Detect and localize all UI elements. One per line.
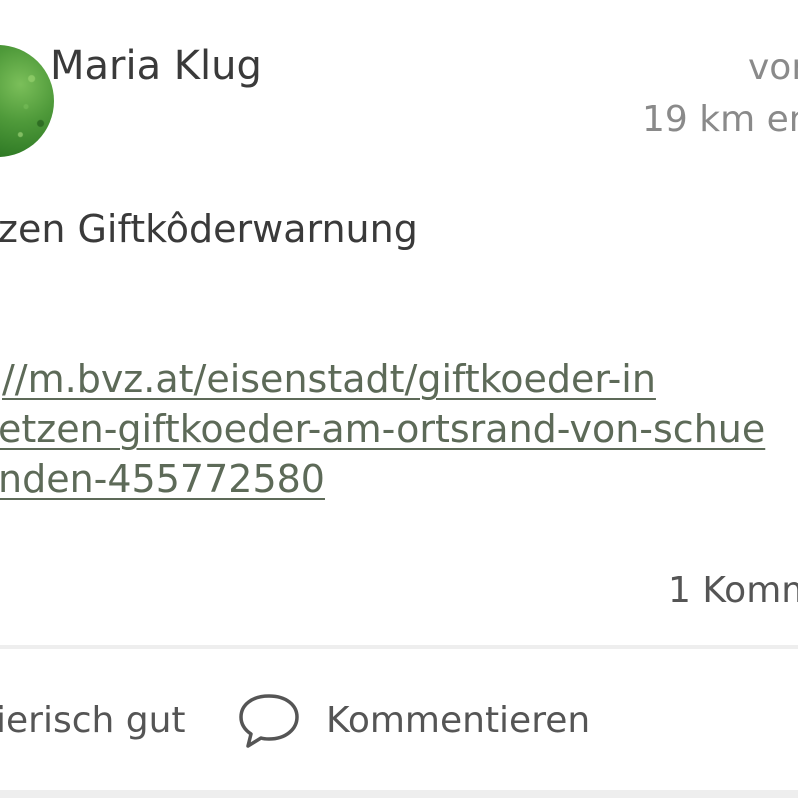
comment-button-label: Kommentieren [326, 700, 591, 741]
post-title: zen Giftkôderwarnung [0, 207, 418, 251]
post-card: Maria Klug vor 19 km en zen Giftkôderwar… [0, 0, 798, 798]
speech-bubble-icon [239, 694, 299, 748]
comment-button[interactable]: Kommentieren [236, 690, 590, 752]
post-link-line-3[interactable]: nden-455772580 [0, 454, 325, 504]
author-name[interactable]: Maria Klug [50, 40, 262, 92]
comment-count[interactable]: 1 Komm [668, 567, 798, 615]
post-time: vor [748, 47, 798, 88]
divider [0, 645, 798, 649]
post-link-line-2[interactable]: etzen-giftkoeder-am-ortsrand-von-schue [0, 404, 765, 454]
post-distance: 19 km en [642, 99, 798, 140]
bottom-divider [0, 790, 798, 798]
avatar[interactable] [0, 45, 54, 157]
like-button[interactable]: ierisch gut [0, 696, 186, 746]
post-link-line-1[interactable]: //m.bvz.at/eisenstadt/giftkoeder-in [2, 354, 656, 404]
